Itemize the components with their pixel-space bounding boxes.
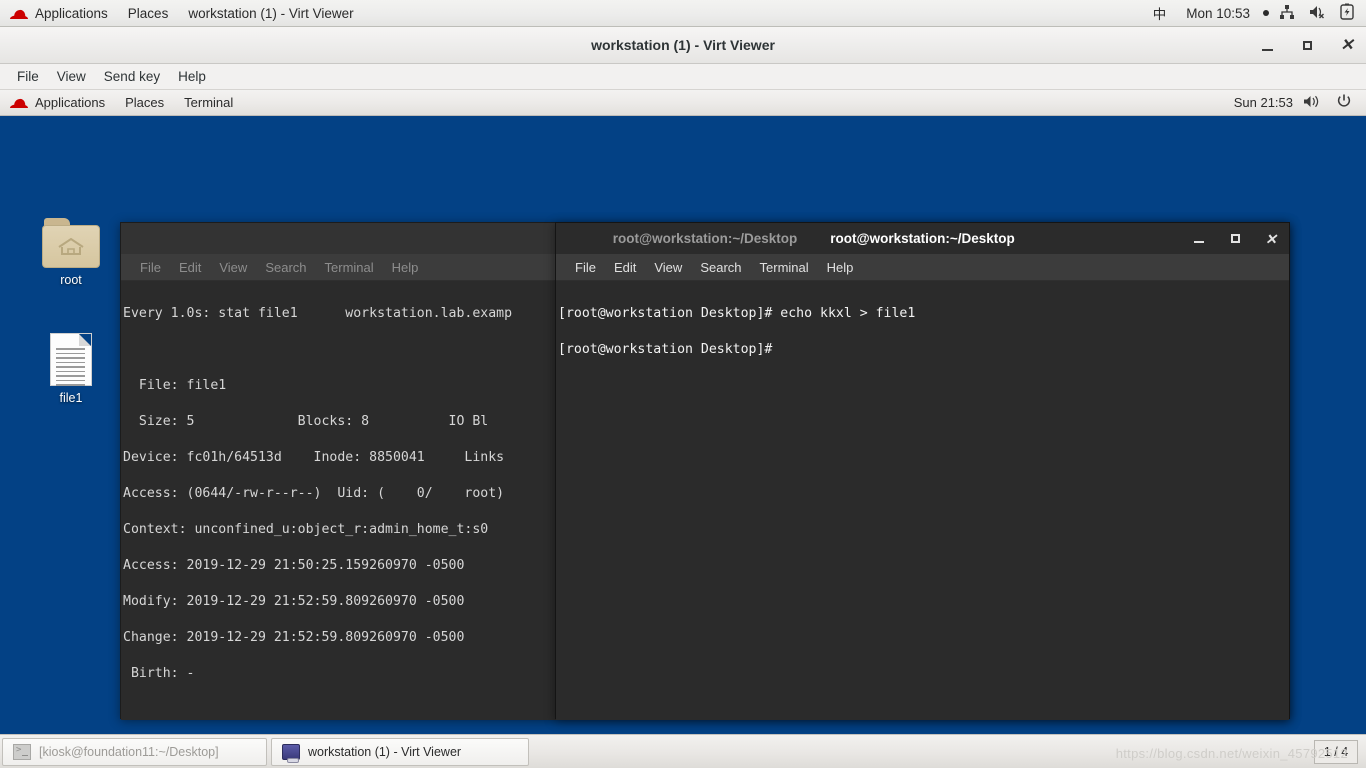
menu-view[interactable]: View <box>48 64 95 90</box>
terminal-maximize-button[interactable] <box>1227 231 1243 247</box>
terminal-menu-help[interactable]: Help <box>383 254 428 281</box>
redhat-logo-icon <box>10 7 28 20</box>
host-taskbar: [kiosk@foundation11:~/Desktop] workstati… <box>0 734 1366 768</box>
document-lines-glyph <box>56 348 85 389</box>
guest-places-menu[interactable]: Places <box>115 90 174 116</box>
volume-muted-icon[interactable] <box>1309 4 1326 23</box>
host-task-label: workstation (1) - Virt Viewer <box>308 744 462 759</box>
terminal-background-title: root@workstation:~/Desktop <box>612 231 798 246</box>
host-applications-menu[interactable]: Applications <box>0 0 118 27</box>
house-glyph-icon <box>58 238 84 255</box>
terminal-active-menubar: File Edit View Search Terminal Help <box>556 254 1289 281</box>
text-document-icon <box>50 333 92 386</box>
minimize-button[interactable] <box>1256 35 1278 57</box>
terminal-menu-edit[interactable]: Edit <box>170 254 210 281</box>
terminal-menu-help[interactable]: Help <box>818 254 863 281</box>
terminal-line: [root@workstation Desktop]# <box>558 342 773 357</box>
host-system-tray <box>1279 3 1366 23</box>
host-clock[interactable]: Mon 10:53 <box>1176 0 1279 27</box>
terminal-active-output[interactable]: [root@workstation Desktop]# echo kkxl > … <box>556 281 1289 720</box>
terminal-menu-search[interactable]: Search <box>256 254 315 281</box>
volume-icon[interactable] <box>1303 94 1320 112</box>
host-task-label: [kiosk@foundation11:~/Desktop] <box>39 744 219 759</box>
terminal-window-active[interactable]: root@workstation:~/Desktop ✕ File Edit V… <box>555 222 1290 720</box>
virt-viewer-title: workstation (1) - Virt Viewer <box>591 37 775 53</box>
terminal-icon <box>13 743 31 760</box>
power-icon[interactable] <box>1336 93 1352 112</box>
guest-top-panel: Applications Places Terminal Sun 21:53 <box>0 90 1366 116</box>
terminal-menu-terminal[interactable]: Terminal <box>316 254 383 281</box>
host-places-menu[interactable]: Places <box>118 0 179 27</box>
guest-terminal-menu[interactable]: Terminal <box>174 90 243 116</box>
virt-viewer-icon <box>282 743 300 763</box>
close-button[interactable]: ✕ <box>1336 35 1358 57</box>
guest-clock[interactable]: Sun 21:53 <box>1224 90 1303 116</box>
host-task-kiosk-terminal[interactable]: [kiosk@foundation11:~/Desktop] <box>2 737 267 766</box>
host-workspace-switcher[interactable]: 1 / 4 <box>1314 739 1358 764</box>
terminal-menu-file[interactable]: File <box>131 254 170 281</box>
host-top-panel: Applications Places workstation (1) - Vi… <box>0 0 1366 27</box>
terminal-line: [root@workstation Desktop]# echo kkxl > … <box>558 306 916 321</box>
menu-file[interactable]: File <box>8 64 48 90</box>
host-active-window-label[interactable]: workstation (1) - Virt Viewer <box>178 0 363 27</box>
virt-viewer-window-controls: ✕ <box>1256 27 1358 64</box>
home-folder-icon <box>42 218 100 268</box>
redhat-logo-icon <box>10 96 28 109</box>
guest-system-tray <box>1303 93 1366 112</box>
host-places-label: Places <box>127 5 169 21</box>
terminal-menu-terminal[interactable]: Terminal <box>751 254 818 281</box>
terminal-active-title: root@workstation:~/Desktop <box>830 231 1015 246</box>
terminal-minimize-button[interactable] <box>1191 231 1207 247</box>
notification-dot-icon <box>1263 10 1269 16</box>
guest-applications-menu[interactable]: Applications <box>0 90 115 116</box>
terminal-window-controls: ✕ <box>1191 223 1279 254</box>
guest-applications-label: Applications <box>35 95 106 110</box>
menu-send-key[interactable]: Send key <box>95 64 169 90</box>
terminal-menu-edit[interactable]: Edit <box>605 254 645 281</box>
menu-help[interactable]: Help <box>169 64 215 90</box>
network-icon[interactable] <box>1279 4 1295 23</box>
virt-viewer-menubar: File View Send key Help <box>0 64 1366 90</box>
battery-icon[interactable] <box>1340 3 1354 23</box>
desktop-icon-root[interactable]: root <box>28 218 114 287</box>
desktop-icon-label: file1 <box>59 391 83 405</box>
terminal-menu-search[interactable]: Search <box>691 254 750 281</box>
virt-viewer-titlebar[interactable]: workstation (1) - Virt Viewer ✕ <box>0 27 1366 64</box>
terminal-menu-view[interactable]: View <box>210 254 256 281</box>
host-applications-label: Applications <box>35 5 108 21</box>
terminal-close-button[interactable]: ✕ <box>1263 231 1279 247</box>
desktop-icon-label: root <box>60 273 82 287</box>
terminal-menu-file[interactable]: File <box>566 254 605 281</box>
terminal-menu-view[interactable]: View <box>645 254 691 281</box>
maximize-button[interactable] <box>1296 35 1318 57</box>
guest-desktop: Applications Places Terminal Sun 21:53 r… <box>0 90 1366 768</box>
host-task-virt-viewer[interactable]: workstation (1) - Virt Viewer <box>271 737 529 766</box>
input-method-indicator[interactable]: 中 <box>1143 0 1177 27</box>
desktop-icon-file1[interactable]: file1 <box>28 333 114 405</box>
virt-viewer-window: workstation (1) - Virt Viewer ✕ File Vie… <box>0 27 1366 768</box>
